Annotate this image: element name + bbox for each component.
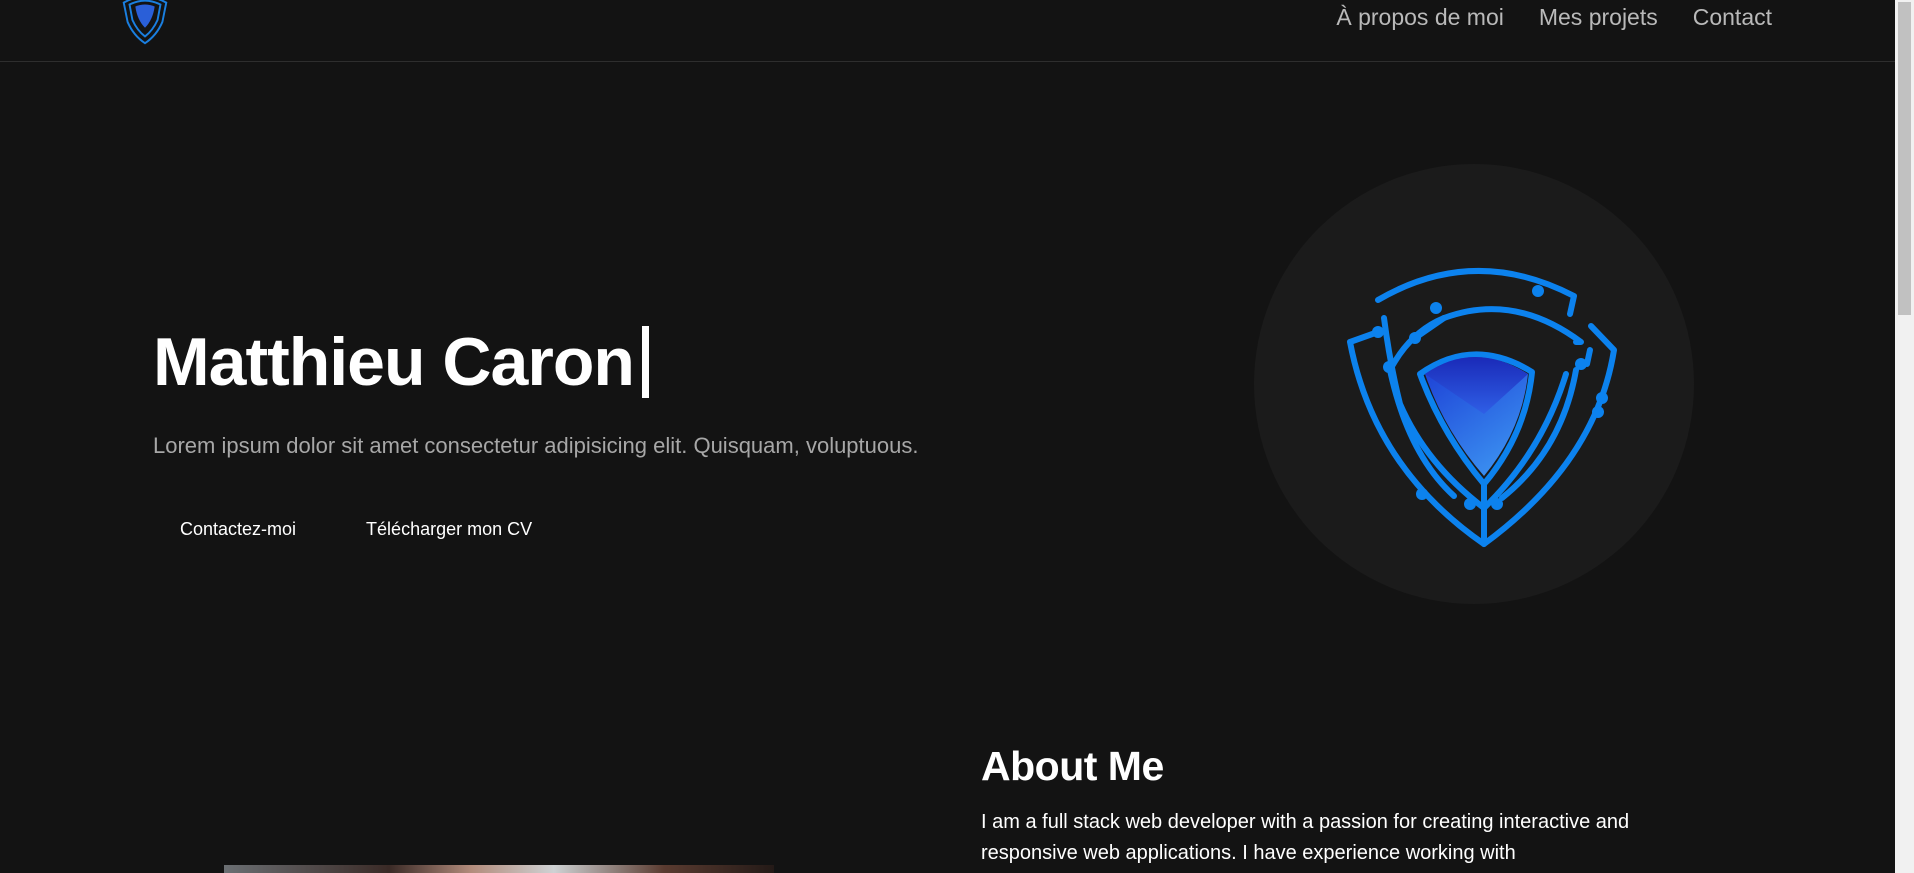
hero-buttons: Contactez-moi Télécharger mon CV xyxy=(153,510,559,548)
download-cv-button[interactable]: Télécharger mon CV xyxy=(339,510,559,548)
nav-link-projects[interactable]: Mes projets xyxy=(1539,2,1658,32)
scrollbar-thumb[interactable] xyxy=(1898,2,1911,315)
about-text: I am a full stack web developer with a p… xyxy=(981,811,1630,864)
hero-title: Matthieu Caron xyxy=(153,322,649,402)
navbar: À propos de moi Mes projets Contact xyxy=(0,0,1895,62)
hero-subtitle: Lorem ipsum dolor sit amet consectetur a… xyxy=(153,433,919,458)
about-photo xyxy=(224,865,774,873)
nav-link-contact[interactable]: Contact xyxy=(1693,2,1772,32)
shield-circuit-icon xyxy=(1347,267,1617,547)
about-title: About Me xyxy=(981,743,1164,789)
contact-button[interactable]: Contactez-moi xyxy=(153,510,323,548)
shield-logo-icon[interactable] xyxy=(116,0,174,48)
hero-title-text: Matthieu Caron xyxy=(153,324,635,400)
nav-links: À propos de moi Mes projets Contact xyxy=(1336,2,1772,32)
typing-cursor xyxy=(641,326,649,398)
nav-link-about[interactable]: À propos de moi xyxy=(1336,2,1503,32)
hero-graphic xyxy=(1254,164,1694,604)
page-scrollbar[interactable] xyxy=(1895,0,1914,873)
